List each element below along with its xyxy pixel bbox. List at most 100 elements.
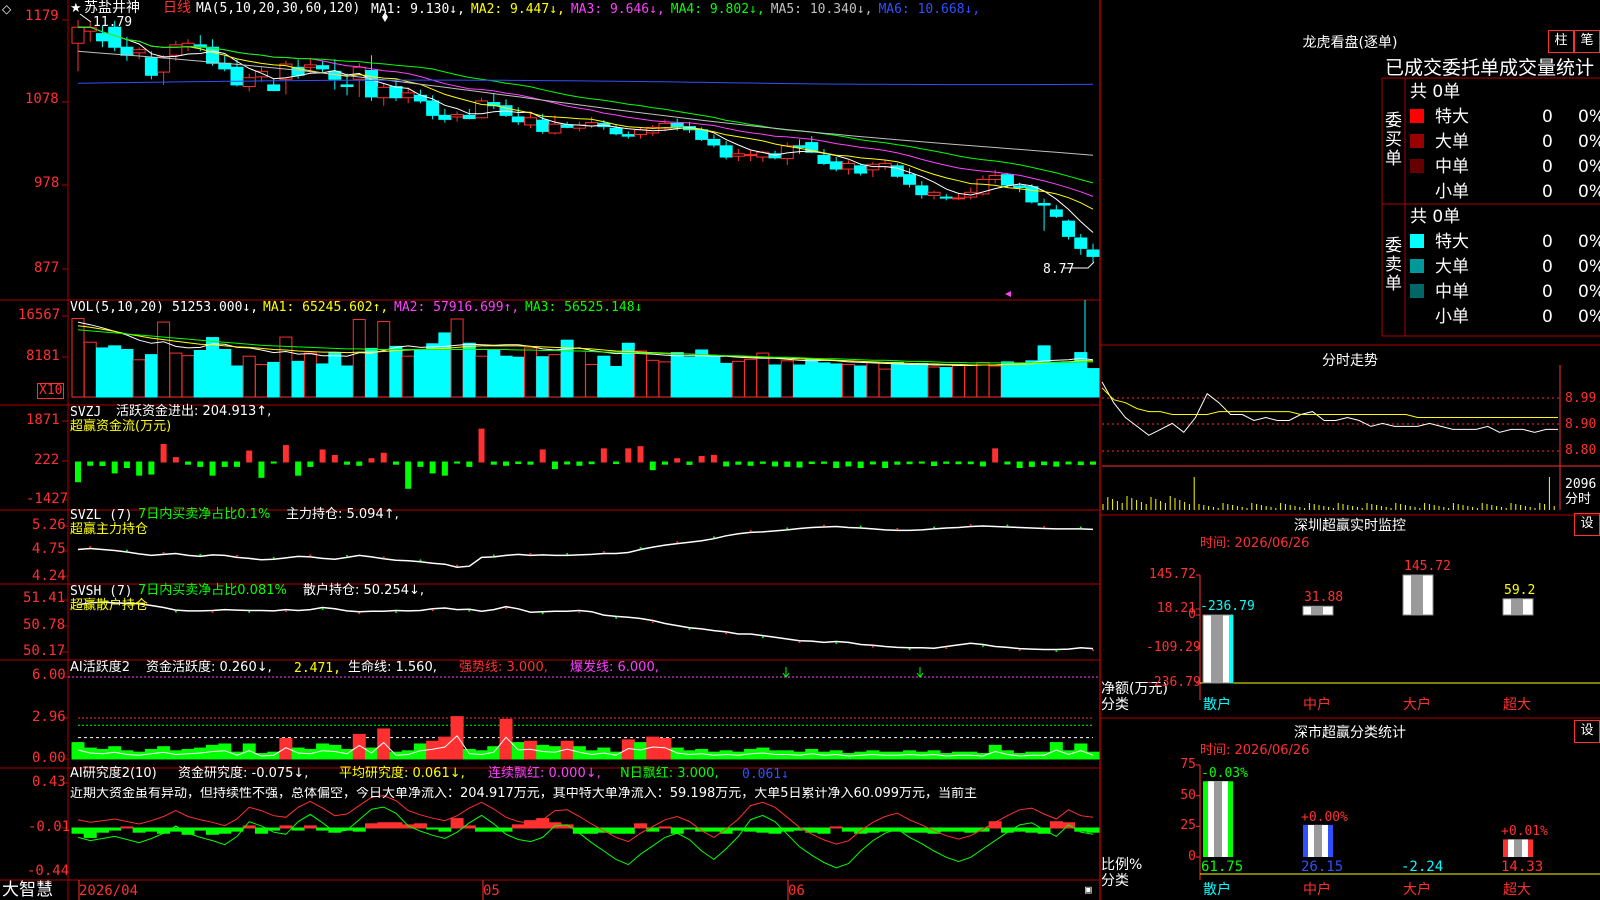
position-dot [761, 636, 764, 639]
ma-legend-item-1: MA1: 9.130↓, [371, 2, 465, 17]
fundflow-bar [759, 461, 766, 464]
fundflow-bar [1004, 461, 1011, 465]
fundflow-bar [539, 449, 546, 463]
fundflow-bar [808, 461, 815, 465]
buy-side-label: 委买单 [1385, 111, 1402, 169]
position-dot [871, 645, 874, 648]
y-tick-svzl-2: 4.24 [32, 568, 66, 584]
tick-mode-button[interactable]: 笔 [1574, 30, 1600, 53]
fundflow-bar [1041, 461, 1048, 466]
research-bar [903, 827, 917, 833]
volume-bar [964, 364, 978, 398]
monitor1-bar [1302, 605, 1334, 616]
ma-legend-item-5: MA5: 10.340↓, [770, 2, 873, 17]
research-bar [866, 827, 880, 833]
monitor1-bar [1402, 574, 1434, 616]
fundflow-bar [429, 461, 436, 474]
fundflow-bar [955, 461, 962, 465]
research-bar [206, 827, 220, 835]
monitor2-bar [1303, 824, 1333, 857]
candle-body [1062, 220, 1076, 237]
svzl-label1: 7日内买卖净占比0.1% [138, 507, 271, 522]
fundflow-bar [576, 461, 583, 466]
x-tick-0: 2026/04 [79, 883, 139, 899]
position-dot [712, 536, 715, 539]
candle-body [254, 70, 268, 78]
candle-body [426, 100, 440, 116]
fundflow-bar [723, 461, 730, 467]
volume-bar [450, 318, 464, 398]
position-dot [211, 610, 214, 613]
position-dot [284, 610, 287, 613]
volume-bar [169, 352, 183, 398]
fundflow-bar [1065, 461, 1072, 465]
research-bar [878, 827, 892, 832]
candle-body [523, 117, 537, 126]
research-bar [450, 818, 464, 829]
research-bar [951, 827, 965, 832]
position-dot [798, 641, 801, 644]
y-tick-vol-1: 8181 [26, 348, 60, 364]
brand-label: 大智慧 [2, 880, 53, 900]
monitor2-category: 超大 [1503, 882, 1531, 898]
monitor1-xlabel: 分类 [1101, 697, 1129, 713]
monitor1-settings-button[interactable]: 设 [1574, 513, 1600, 536]
research-bar [291, 827, 305, 831]
vol-value: 51253.000↓, [172, 300, 259, 315]
fundflow-bar [270, 461, 277, 464]
research-bar [316, 827, 330, 831]
fundflow-bar [221, 461, 228, 467]
intraday-avg-line [1101, 387, 1558, 418]
intraday-tick-1: 8.90 [1565, 417, 1597, 432]
volume-bar [511, 356, 525, 398]
candle-body [1086, 249, 1100, 257]
candle-body [988, 174, 1002, 180]
buy-row-swatch [1410, 109, 1424, 123]
favorite-star-icon[interactable]: ★ [70, 2, 82, 16]
volume-bar [132, 359, 146, 398]
buy-row-name: 小单 [1435, 182, 1469, 202]
buy-total: 共 0单 [1410, 82, 1461, 102]
research-bar [707, 827, 721, 832]
candle-body [609, 127, 623, 135]
fundflow-bar [258, 461, 265, 478]
position-dot [125, 549, 128, 552]
monitor2-settings-button[interactable]: 设 [1574, 720, 1600, 743]
volume-bar [1037, 345, 1051, 398]
candle-body [267, 84, 281, 92]
diamond-icon[interactable]: ◇ [2, 2, 11, 16]
chart-area[interactable] [0, 0, 1600, 900]
volume-bar [340, 365, 354, 398]
fundflow-bar [906, 461, 913, 465]
y-tick-ai1-0: 6.00 [32, 667, 66, 683]
research-bar [585, 827, 599, 834]
monitor2-y-tick: 75 [1180, 757, 1196, 772]
monitor1-category: 大户 [1403, 697, 1431, 713]
candle-body [560, 124, 574, 128]
sell-row-swatch [1410, 234, 1424, 248]
position-dot [358, 612, 361, 615]
research-bar [108, 827, 122, 831]
volume-bar [206, 337, 220, 398]
fundflow-bar [160, 443, 167, 463]
volume-bar [230, 365, 244, 398]
volume-bar [572, 350, 586, 398]
candle-body [71, 26, 85, 44]
volume-bar [352, 319, 366, 398]
stock-name: 苏盐井神 [84, 0, 140, 16]
candle-body [132, 49, 146, 54]
position-dot [309, 554, 312, 557]
fundflow-bar [710, 454, 717, 463]
position-dot [651, 621, 654, 624]
fundflow-bar [441, 461, 448, 476]
volume-bar [1025, 360, 1039, 398]
period-label[interactable]: 日线 [163, 1, 191, 15]
bar-mode-button[interactable]: 柱 [1548, 30, 1574, 53]
ai1-b: 2.471, [294, 661, 341, 676]
volume-bar [108, 345, 122, 398]
volume-bar [634, 350, 648, 398]
research-bar [768, 827, 782, 834]
ma-legend: MA1: 9.130↓, MA2: 9.447↓, MA3: 9.646↓, MA4:… [371, 2, 986, 17]
monitor2-change-label: +0.01% [1501, 824, 1548, 840]
buy-row-swatch [1410, 184, 1424, 198]
